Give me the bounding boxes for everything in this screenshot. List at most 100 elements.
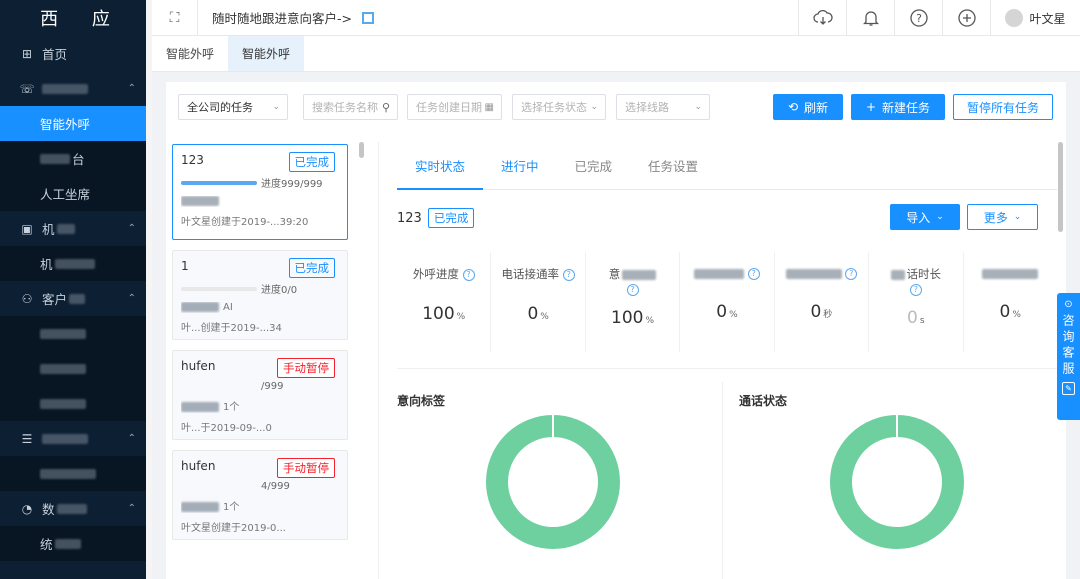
task-card[interactable]: 123 已完成 进度999/999 叶文星创建于2019-...39:20 [172, 144, 348, 240]
search-input[interactable]: 搜索任务名称 ⚲ [303, 94, 398, 120]
progress-bar [181, 286, 257, 291]
stat-call-duration: 话时长? 0s [869, 252, 964, 352]
sidebar-item-label: 智能外呼 [40, 117, 91, 132]
call-status-chart-title: 通话状态 [739, 394, 788, 408]
qrcode-icon[interactable] [362, 11, 374, 24]
blurred-text [40, 363, 86, 374]
stat-label: 电话接通率 [501, 267, 560, 281]
help-icon[interactable]: ? [562, 268, 575, 281]
sidebar-item-label: 数 [42, 502, 55, 517]
fullscreen-icon[interactable]: ⛶ [152, 0, 198, 36]
robot-icon: ▣ [21, 221, 33, 236]
chevron-up-icon: ⌃ [127, 503, 136, 514]
cloud-download-icon[interactable] [798, 0, 846, 36]
progress-row: 进度999/999 [181, 175, 339, 190]
refresh-button[interactable]: ⟲ 刷新 [773, 94, 843, 120]
task-list-scrollbar[interactable] [359, 142, 364, 158]
sidebar-group-robot[interactable]: ▣ 机 ⌃ [0, 211, 150, 246]
scope-select-value: 全公司的任务 [187, 101, 253, 114]
status-badge: 已完成 [427, 208, 475, 228]
status-badge: 已完成 [288, 258, 335, 278]
task-card[interactable]: 1 已完成 进度0/0 AI 叶...创建于2019-...34 [172, 250, 348, 340]
tab-realtime[interactable]: 实时状态 [397, 142, 484, 190]
task-header: 123 已完成 [397, 208, 475, 228]
tab-smart-call[interactable]: 智能外呼 [152, 36, 228, 71]
task-card[interactable]: hufen 手动暂停 4/999 1个 叶文星创建于2019-0... [172, 450, 348, 540]
stat-value: 0 [716, 302, 728, 322]
chevron-down-icon: ⌄ [936, 212, 944, 222]
sidebar-group-settings[interactable]: ☰ ⌃ [0, 421, 150, 456]
pause-all-button[interactable]: 暂停所有任务 [953, 94, 1053, 120]
tab-task-settings[interactable]: 任务设置 [630, 142, 716, 189]
date-picker[interactable]: 任务创建日期 ▦ [407, 94, 502, 120]
sidebar-item-workbench[interactable]: 台 [0, 141, 150, 176]
progress-text: /999 [261, 381, 284, 392]
task-created-line: 叶文星创建于2019-0... [181, 523, 286, 534]
page-tabs: 智能外呼 智能外呼 [152, 36, 1080, 72]
help-icon[interactable]: ? [462, 268, 475, 281]
divider [397, 368, 1057, 369]
progress-fill [181, 180, 257, 185]
calendar-icon: ▦ [484, 101, 494, 113]
help-icon[interactable]: ? [894, 0, 942, 36]
detail-scrollbar-thumb[interactable] [1058, 142, 1063, 232]
tab-smart-call-active[interactable]: 智能外呼 [228, 36, 305, 71]
sidebar-item-stats[interactable]: 统 [0, 526, 150, 561]
line-select[interactable]: 选择线路 ⌄ [616, 94, 710, 120]
stat-call-progress: 外呼进度 ? 100% [397, 252, 492, 352]
sidebar-item-smart-call[interactable]: 智能外呼 [0, 106, 150, 141]
add-circle-icon[interactable] [942, 0, 990, 36]
sidebar-item-customer-1[interactable] [0, 316, 150, 351]
sidebar-group-call[interactable]: ☏ ⌃ [0, 71, 150, 106]
help-icon[interactable]: ? [626, 283, 639, 296]
sidebar-item-customer-2[interactable] [0, 351, 150, 386]
edit-icon[interactable]: ✎ [1062, 382, 1075, 395]
stat-7: 0% [964, 252, 1057, 352]
user-menu[interactable]: 叶文星 [990, 0, 1080, 36]
import-button[interactable]: 导入 ⌄ [890, 204, 960, 230]
help-icon[interactable]: ? [845, 267, 858, 280]
progress-row: 4/999 [181, 481, 339, 492]
blurred-text [54, 258, 95, 269]
bell-icon[interactable] [846, 0, 894, 36]
app-logo: 西 应 [40, 9, 124, 30]
breadcrumb-text[interactable]: 随时随地跟进意向客户-> [212, 8, 352, 27]
sidebar-group-data[interactable]: ◔ 数 ⌃ [0, 491, 150, 526]
intent-donut-chart [486, 415, 620, 549]
blurred-text [982, 268, 1039, 279]
sidebar-item-agent[interactable]: 人工坐席 [0, 176, 150, 211]
status-badge: 已完成 [288, 152, 335, 172]
task-title: 123 [397, 210, 422, 226]
blurred-text [181, 402, 219, 412]
sidebar-item-home[interactable]: ⊞ 首页 [0, 36, 150, 71]
tab-completed[interactable]: 已完成 [557, 142, 631, 189]
blurred-text [694, 268, 745, 279]
customer-service-label: 咨询客服 [1061, 314, 1075, 378]
task-meta-line: 1个 [181, 398, 339, 413]
tab-in-progress[interactable]: 进行中 [483, 142, 557, 189]
more-label: 更多 [983, 210, 1008, 225]
task-meta-line: 1个 [181, 498, 339, 513]
status-badge: 手动暂停 [277, 458, 335, 478]
chevron-down-icon: ⌄ [272, 102, 280, 112]
stat-unit: % [645, 316, 655, 326]
more-button[interactable]: 更多 ⌄ [967, 204, 1038, 230]
chat-icon: ⊙ [1064, 299, 1073, 310]
sidebar-item-settings-1[interactable] [0, 456, 150, 491]
stat-value: 0 [999, 302, 1011, 322]
task-card[interactable]: hufen 手动暂停/999 1个 叶...于2019-09-...0 [172, 350, 348, 440]
call-status-donut-chart [830, 415, 964, 549]
sidebar-item-customer-3[interactable] [0, 386, 150, 421]
topbar-actions: ? 叶文星 [798, 0, 1080, 36]
customer-service-button[interactable]: ⊙ 咨询客服 ✎ [1057, 293, 1080, 420]
scope-select[interactable]: 全公司的任务 ⌄ [178, 94, 288, 120]
pie-icon: ◔ [21, 501, 33, 516]
help-icon[interactable]: ? [909, 283, 922, 296]
new-task-button[interactable]: + 新建任务 [851, 94, 945, 120]
help-icon[interactable]: ? [747, 267, 760, 280]
sidebar-item-robot-manage[interactable]: 机 [0, 246, 150, 281]
sidebar-group-customer[interactable]: ⚇ 客户 ⌃ [0, 281, 150, 316]
status-select[interactable]: 选择任务状态 ⌄ [512, 94, 606, 120]
breadcrumb: 随时随地跟进意向客户-> [212, 8, 374, 27]
intent-chart-title: 意向标签 [397, 394, 446, 408]
